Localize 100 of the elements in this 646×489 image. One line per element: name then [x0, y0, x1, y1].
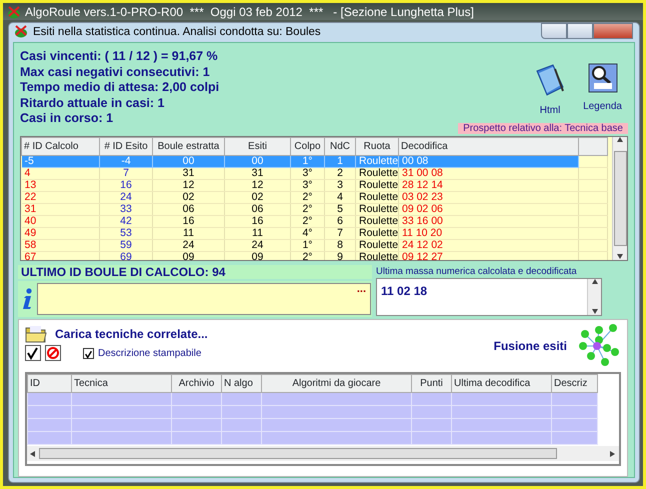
table-cell: 31	[22, 204, 100, 216]
table-cell: 4	[22, 168, 100, 180]
table-cell: 12	[224, 180, 290, 192]
table-cell: Roulette	[356, 168, 398, 180]
merge-label[interactable]: Fusione esiti	[494, 337, 567, 355]
app-title: AlgoRoule vers.1-0-PRO-R00 *** Oggi 03 feb 2012 *** - [Sezione Lunghetta Plus]	[25, 4, 474, 20]
tool-button[interactable]: Legenda	[583, 63, 622, 118]
table-cell: Roulette	[356, 192, 398, 204]
column-header[interactable]: Algoritmi da giocare	[262, 374, 412, 392]
table-cell: Roulette	[356, 180, 398, 192]
table-row[interactable]: 13 16 12 12 3° 3 Roulette 28 12 14	[22, 180, 608, 192]
report-label: Prospetto relativo alla: Tecnica base	[458, 123, 628, 134]
column-header[interactable]: Punti	[412, 374, 452, 392]
table-row[interactable]: 49 53 11 11 4° 7 Roulette 11 10 20	[22, 228, 608, 240]
stat-text: Casi vincenti: ( 11 / 12 ) = 91,67 %	[20, 49, 219, 64]
table-cell: Roulette	[356, 156, 398, 168]
load-label[interactable]: Carica tecniche correlate...	[55, 325, 208, 343]
checkbox[interactable]	[83, 348, 94, 359]
column-header[interactable]: Ultima decodifica	[452, 374, 552, 392]
check-button[interactable]	[25, 345, 41, 362]
column-header[interactable]: Descriz	[552, 374, 598, 392]
maximize-button[interactable]	[567, 22, 593, 38]
table-cell: 06	[152, 204, 224, 216]
tool-button[interactable]: Html	[533, 63, 568, 118]
table-cell: 33	[100, 204, 152, 216]
checkbox-label[interactable]: Descrizione stampabile	[98, 346, 202, 361]
table-cell: 42	[100, 216, 152, 228]
scroll-up-icon[interactable]	[592, 279, 598, 285]
table-cell: 11	[224, 228, 290, 240]
stat-text: Max casi negativi consecutivi: 1	[20, 64, 211, 80]
column-header[interactable]: Archivio	[172, 374, 222, 392]
table-cell: 2°	[290, 252, 324, 260]
table-cell: 00 08	[398, 156, 578, 168]
table-row[interactable]: 67 69 09 09 2° 9 Roulette 09 12 27	[22, 252, 608, 260]
table-cell: Roulette	[356, 228, 398, 240]
column-header[interactable]: Colpo	[290, 138, 324, 156]
table-cell: 00	[224, 156, 290, 168]
table-cell: 28 12 14	[398, 180, 578, 192]
scroll-left-icon[interactable]	[30, 450, 36, 456]
table-cell: 58	[22, 240, 100, 252]
table-cell: 24	[152, 240, 224, 252]
table-cell: 09	[152, 252, 224, 260]
scroll-down-icon[interactable]	[617, 254, 623, 260]
no-entry-button[interactable]	[45, 345, 61, 362]
table-cell: 2°	[290, 216, 324, 228]
table-cell: 16	[100, 180, 152, 192]
mass-field[interactable]: 11 02 18	[376, 278, 602, 316]
table-cell: 02	[224, 192, 290, 204]
table-cell: 24	[100, 192, 152, 204]
table-cell: 24 12 02	[398, 240, 578, 252]
column-header[interactable]: # ID Calcolo	[22, 138, 100, 156]
table-cell: 9	[324, 252, 356, 260]
table-cell: 12	[152, 180, 224, 192]
column-header[interactable]: Decodifica	[398, 138, 578, 156]
table-row[interactable]: 40 42 16 16 2° 6 Roulette 33 16 00	[22, 216, 608, 228]
table-cell: -4	[100, 156, 152, 168]
scroll-up-icon[interactable]	[617, 137, 623, 143]
table-row[interactable]: 58 59 24 24 1° 8 Roulette 24 12 02	[22, 240, 608, 252]
table-cell: 11 10 20	[398, 228, 578, 240]
stat-text: Ritardo attuale in casi: 1	[20, 96, 166, 111]
table-cell: Roulette	[356, 252, 398, 260]
table-cell: -5	[22, 156, 100, 168]
scrollbar-thumb[interactable]	[39, 448, 557, 459]
column-header[interactable]: NdC	[324, 138, 356, 156]
table-cell: 31	[224, 168, 290, 180]
table-cell: 2°	[290, 204, 324, 216]
table-cell: 6	[324, 216, 356, 228]
table-cell: 3	[324, 180, 356, 192]
table-row[interactable]: 31 33 06 06 2° 5 Roulette 09 02 06	[22, 204, 608, 216]
column-header[interactable]: Boule estratta	[152, 138, 224, 156]
table-cell: 31 00 08	[398, 168, 578, 180]
table-cell: 3°	[290, 180, 324, 192]
stat-text: Tempo medio di attesa: 2,00 colpi	[20, 80, 220, 96]
column-header[interactable]: Tecnica	[72, 374, 172, 392]
table-cell: 06	[224, 204, 290, 216]
info-field[interactable]: ...	[37, 283, 371, 315]
scrollbar-thumb[interactable]	[614, 151, 626, 246]
column-header[interactable]: Ruota	[356, 138, 398, 156]
table-cell: 11	[152, 228, 224, 240]
scroll-down-icon[interactable]	[592, 309, 598, 315]
table-cell: 49	[22, 228, 100, 240]
table-cell: 02	[152, 192, 224, 204]
minimize-button[interactable]	[541, 22, 567, 38]
column-header[interactable]: Esiti	[224, 138, 290, 156]
mass-label: Ultima massa numerica calcolata e decodificata	[376, 265, 578, 278]
table-cell: 59	[100, 240, 152, 252]
table-row[interactable]: 22 24 02 02 2° 4 Roulette 03 02 23	[22, 192, 608, 204]
stat-text: Casi in corso: 1	[20, 111, 114, 126]
column-header[interactable]: ID	[28, 374, 72, 392]
table-cell: 69	[100, 252, 152, 260]
column-header[interactable]: # ID Esito	[100, 138, 152, 156]
magnifier-icon	[588, 63, 618, 93]
table-cell: 13	[22, 180, 100, 192]
table-cell: 03 02 23	[398, 192, 578, 204]
more-button[interactable]: ...	[356, 281, 366, 298]
table-cell: 00	[152, 156, 224, 168]
table-row[interactable]: 4 7 31 31 3° 2 Roulette 31 00 08	[22, 168, 608, 180]
folder-icon	[25, 324, 47, 344]
column-header[interactable]: N algo	[222, 374, 262, 392]
scroll-right-icon[interactable]	[610, 450, 616, 456]
